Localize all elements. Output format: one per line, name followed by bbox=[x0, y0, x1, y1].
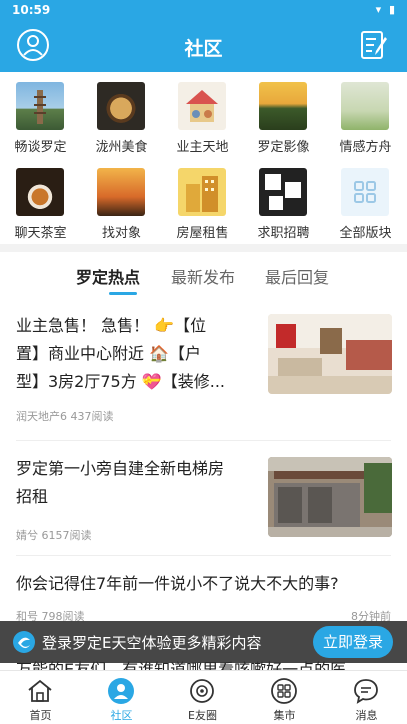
category-label: 业主天地 bbox=[176, 140, 229, 155]
category-item-owners[interactable]: 业主天地 bbox=[162, 72, 243, 158]
category-item-housing[interactable]: 房屋租售 bbox=[162, 158, 243, 244]
tab-last-reply[interactable]: 最后回复 bbox=[265, 264, 329, 288]
category-label: 房屋租售 bbox=[176, 226, 229, 241]
category-label: 聊天茶室 bbox=[14, 226, 67, 241]
page-title: 社区 bbox=[184, 38, 223, 60]
nav-market[interactable]: 集市 bbox=[244, 671, 325, 724]
nav-community[interactable]: 社区 bbox=[81, 671, 162, 724]
job-poster-photo bbox=[259, 168, 307, 216]
food-photo bbox=[97, 82, 145, 130]
post-title-line: 你会记得住7年前一件说小不了说大不大的事? bbox=[16, 574, 339, 593]
post-title-line: 业主急售！ 急售！ 👉【位 bbox=[16, 316, 207, 335]
post-reads: 6157阅读 bbox=[41, 529, 92, 542]
nav-home[interactable]: 首页 bbox=[0, 671, 81, 724]
category-item-all[interactable]: 全部版块 bbox=[325, 158, 406, 244]
post-author: 润天地产6 bbox=[16, 410, 67, 423]
tab-latest[interactable]: 最新发布 bbox=[171, 264, 235, 288]
category-item-food[interactable]: 泷州美食 bbox=[81, 72, 162, 158]
tea-photo bbox=[16, 168, 64, 216]
category-item-changtan[interactable]: 畅谈罗定 bbox=[0, 72, 81, 158]
login-banner: 登录罗定E天空体验更多精彩内容 立即登录 bbox=[0, 621, 407, 663]
bottom-nav: 首页 社区 E友圈 集市 消息 bbox=[0, 670, 407, 724]
feed-tabs: 罗定热点 最新发布 最后回复 bbox=[0, 252, 407, 302]
category-label: 找对象 bbox=[101, 226, 141, 241]
status-icons: ▾ ▮ bbox=[375, 3, 397, 16]
status-bar: 10:59 ▾ ▮ bbox=[0, 0, 407, 20]
category-item-jobs[interactable]: 求职招聘 bbox=[243, 158, 324, 244]
category-item-emotion[interactable]: 情感方舟 bbox=[325, 72, 406, 158]
community-icon bbox=[108, 678, 134, 704]
building-photo bbox=[178, 168, 226, 216]
market-icon bbox=[271, 678, 297, 704]
post-reads: 437阅读 bbox=[70, 410, 114, 423]
post-thumbnail bbox=[268, 457, 392, 537]
nav-label: 首页 bbox=[29, 709, 52, 722]
post-author: 婧兮 bbox=[16, 529, 38, 542]
compose-note-icon[interactable] bbox=[359, 29, 389, 61]
post-meta: 润天地产6 437阅读 bbox=[16, 408, 114, 424]
category-label: 情感方舟 bbox=[339, 140, 392, 155]
couple-photo bbox=[341, 82, 389, 130]
heart-hands-photo bbox=[97, 168, 145, 216]
post-title-line: 招租 bbox=[16, 487, 49, 506]
sunset-photo bbox=[259, 82, 307, 130]
category-item-dating[interactable]: 找对象 bbox=[81, 158, 162, 244]
nav-label: E友圈 bbox=[188, 709, 217, 722]
friends-circle-icon bbox=[190, 679, 214, 703]
category-item-tea[interactable]: 聊天茶室 bbox=[0, 158, 81, 244]
nav-label: 集市 bbox=[273, 709, 296, 722]
login-banner-text: 登录罗定E天空体验更多精彩内容 bbox=[42, 634, 262, 652]
status-time: 10:59 bbox=[12, 3, 51, 17]
section-separator bbox=[0, 244, 407, 252]
post-thumbnail bbox=[268, 314, 392, 394]
login-button[interactable]: 立即登录 bbox=[313, 626, 393, 658]
nav-label: 社区 bbox=[110, 709, 133, 722]
post-meta: 婧兮 6157阅读 bbox=[16, 527, 92, 543]
nav-messages[interactable]: 消息 bbox=[326, 671, 407, 724]
category-label: 全部版块 bbox=[339, 226, 392, 241]
tab-indicator bbox=[109, 292, 137, 295]
post-item[interactable]: 业主急售！ 急售！ 👉【位 置】商业中心附近 🏠【户 型】3房2厅75方 💝【装… bbox=[0, 302, 407, 440]
category-label: 泷州美食 bbox=[95, 140, 148, 155]
category-item-images[interactable]: 罗定影像 bbox=[243, 72, 324, 158]
post-title-line: 罗定第一小旁自建全新电梯房 bbox=[16, 459, 225, 478]
post-title-line: 置】商业中心附近 🏠【户 bbox=[16, 344, 202, 363]
app-logo-icon bbox=[13, 631, 35, 653]
nav-label: 消息 bbox=[355, 709, 378, 722]
app-header: 社区 bbox=[0, 20, 407, 72]
post-title-line: 型】3房2厅75方 💝【装修... bbox=[16, 372, 225, 391]
home-icon bbox=[28, 679, 52, 702]
category-label: 畅谈罗定 bbox=[14, 140, 67, 155]
category-label: 求职招聘 bbox=[257, 226, 310, 241]
nav-friends-circle[interactable]: E友圈 bbox=[162, 671, 243, 724]
post-item[interactable]: 罗定第一小旁自建全新电梯房 招租 婧兮 6157阅读 bbox=[0, 441, 407, 555]
tab-hot[interactable]: 罗定热点 bbox=[76, 264, 140, 288]
post-item[interactable]: 你会记得住7年前一件说小不了说大不大的事? 和号 798阅读 8分钟前 bbox=[0, 556, 407, 626]
grid-all-icon bbox=[341, 168, 389, 216]
category-grid: 畅谈罗定 泷州美食 业主天地 罗定影像 情感方舟 聊天茶室 找对象 房屋租售 求… bbox=[0, 72, 407, 244]
family-house-photo bbox=[178, 82, 226, 130]
pagoda-photo bbox=[16, 82, 64, 130]
message-icon bbox=[354, 679, 378, 704]
category-label: 罗定影像 bbox=[257, 140, 310, 155]
